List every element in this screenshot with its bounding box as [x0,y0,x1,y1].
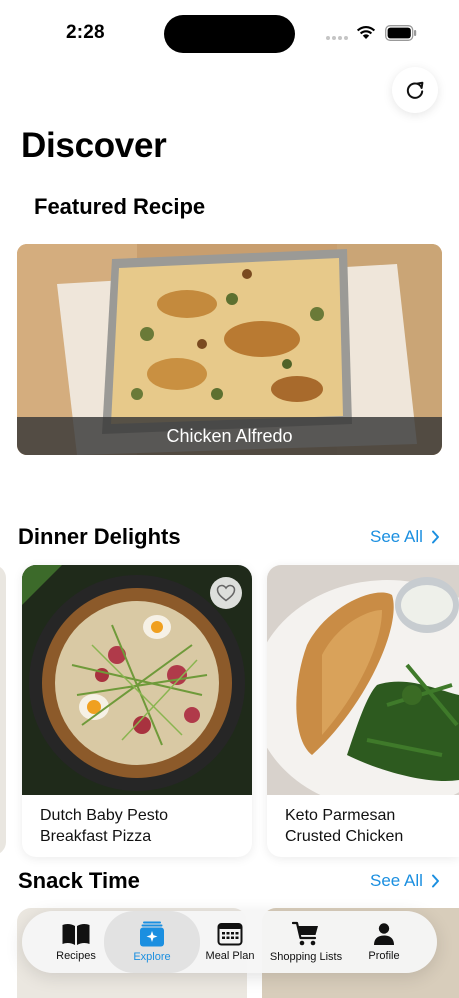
recipe-card[interactable]: Keto Parmesan Crusted Chicken [267,565,459,857]
recipe-card[interactable]: Dutch Baby Pesto Breakfast Pizza [22,565,252,857]
recipe-card-partial-left[interactable] [0,565,6,855]
tab-shopping-lists[interactable]: Shopping Lists [266,911,346,973]
section-title-snack-time: Snack Time [18,868,140,893]
explore-sparkle-icon [140,921,164,947]
chevron-right-icon [431,874,439,888]
tab-label: Profile [368,950,400,962]
tab-label: Recipes [56,950,96,962]
person-icon [374,923,394,945]
recipe-name-line2: Breakfast Pizza [40,828,152,845]
section-title-dinner-delights: Dinner Delights [18,524,181,549]
cellular-signal-icon [326,36,348,40]
arrow-clockwise-icon [406,81,424,99]
featured-recipe-card[interactable]: Chicken Alfredo [17,244,442,455]
featured-heading: Featured Recipe [34,194,206,219]
recipe-photo [267,565,459,795]
chevron-right-icon [431,530,439,544]
tab-label: Shopping Lists [269,951,343,963]
tab-label: Meal Plan [205,950,255,962]
status-bar: 2:28 [0,0,459,60]
book-icon [62,923,90,945]
dynamic-island [164,15,295,53]
favorite-button[interactable] [210,577,242,609]
status-time: 2:28 [66,22,105,43]
cart-icon [292,921,318,946]
tab-label: Explore [133,951,171,963]
see-all-snack-time-button[interactable]: See All [370,871,440,891]
heart-icon [216,584,236,602]
recipe-name: Dutch Baby Pesto Breakfast Pizza [40,805,240,847]
recipe-name-line2: Crusted Chicken [285,828,404,845]
see-all-dinner-delights-button[interactable]: See All [370,527,440,547]
recipe-name-line1: Keto Parmesan [285,807,396,824]
featured-recipe-name: Chicken Alfredo [17,417,442,455]
wifi-icon [356,26,376,39]
calendar-icon [217,923,243,946]
tab-explore[interactable]: Explore [104,911,200,973]
refresh-button[interactable] [392,67,438,113]
recipe-name: Keto Parmesan Crusted Chicken [285,805,459,847]
tab-recipes[interactable]: Recipes [44,911,108,973]
see-all-label: See All [370,527,423,546]
tab-bar: Recipes Explore Meal Plan Shopping Lists… [22,911,437,973]
battery-icon [385,25,417,41]
tab-meal-plan[interactable]: Meal Plan [200,911,260,973]
page-title: Discover [21,126,167,165]
recipe-name-line1: Dutch Baby Pesto [40,807,169,824]
see-all-label: See All [370,871,423,890]
tab-profile[interactable]: Profile [356,911,412,973]
